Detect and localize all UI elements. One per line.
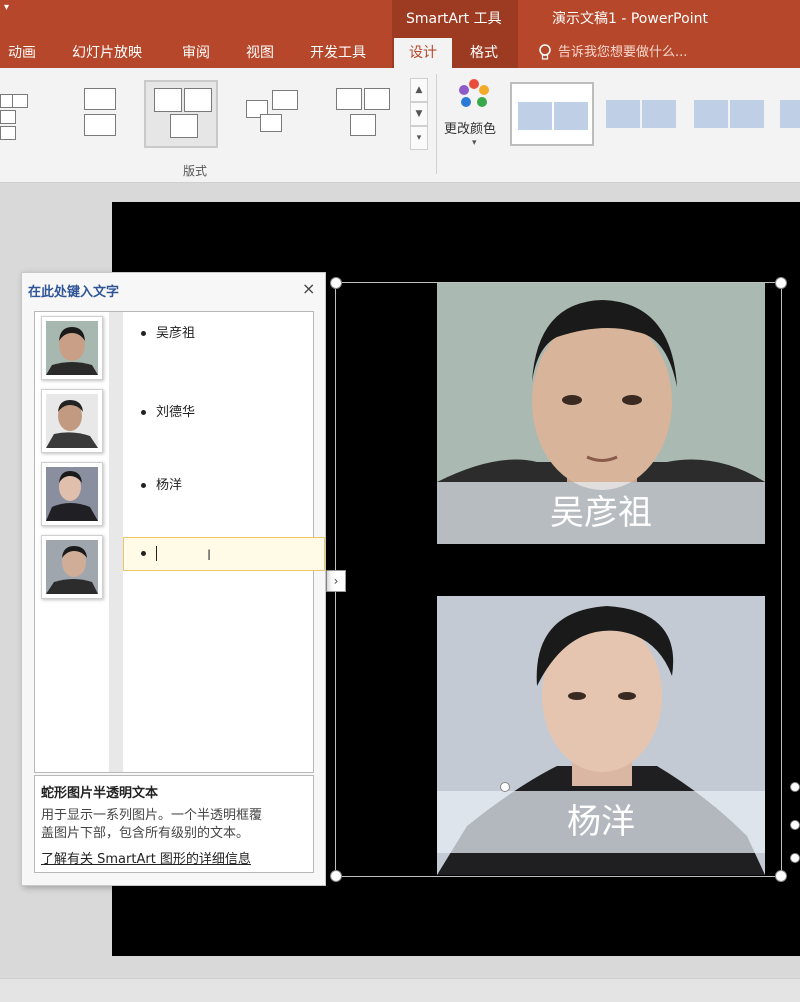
document-title: 演示文稿1 - PowerPoint xyxy=(552,11,708,27)
resize-handle-br[interactable] xyxy=(775,870,787,882)
smartart-style-1[interactable] xyxy=(510,82,594,146)
context-tab-title: SmartArt 工具 xyxy=(406,11,502,27)
tab-slideshow[interactable]: 幻灯片放映 xyxy=(72,38,142,68)
layout-option-4[interactable] xyxy=(240,80,310,144)
picture-placeholder-4[interactable] xyxy=(41,535,103,599)
layout-option-2[interactable] xyxy=(74,80,144,144)
layout-option-selected[interactable] xyxy=(144,80,218,148)
palette-dot xyxy=(477,97,487,107)
text-pane-toggle-button[interactable]: › xyxy=(326,570,346,592)
bullet-item-3[interactable]: 杨洋 xyxy=(141,474,182,493)
tab-design[interactable]: 设计 xyxy=(394,38,452,68)
layout-description-line-2: 盖图片下部，包含所有级别的文本。 xyxy=(41,826,250,841)
layout-description-line-1: 用于显示一系列图片。一个半透明框覆 xyxy=(41,808,263,823)
palette-dot xyxy=(469,79,479,89)
bullet-text: 杨洋 xyxy=(156,478,183,493)
tab-developer[interactable]: 开发工具 xyxy=(310,38,366,68)
change-colors-button[interactable]: 更改颜色 ▾ xyxy=(444,76,504,156)
gallery-scroll-up[interactable]: ▲ xyxy=(410,78,428,102)
picture-placeholder-3[interactable] xyxy=(41,462,103,526)
smartart-style-3[interactable] xyxy=(690,82,770,142)
change-colors-label: 更改颜色 xyxy=(444,122,497,137)
dropdown-caret-icon: ▾ xyxy=(472,138,477,148)
status-strip xyxy=(0,978,800,1002)
smartart-frame[interactable] xyxy=(335,282,782,877)
text-caret xyxy=(156,546,157,561)
text-pane-body: 吴彦祖 刘德华 杨洋 I xyxy=(34,311,325,773)
tab-view[interactable]: 视图 xyxy=(246,38,274,68)
palette-dot xyxy=(461,97,471,107)
title-bar: ▾ SmartArt 工具 演示文稿1 - PowerPoint xyxy=(0,0,800,38)
text-pane-title: 在此处键入文字 xyxy=(28,285,120,300)
gallery-scroll-down[interactable]: ▼ xyxy=(410,102,428,126)
bullet-item-4[interactable] xyxy=(141,546,157,561)
shape-handle[interactable] xyxy=(790,820,800,830)
ribbon-tabs: 动画 幻灯片放映 审阅 视图 开发工具 设计 格式 告诉我您想要做什么... xyxy=(0,38,800,68)
resize-handle-tr[interactable] xyxy=(775,277,787,289)
shape-handle[interactable] xyxy=(500,782,510,792)
tab-format[interactable]: 格式 xyxy=(470,38,498,68)
palette-dot xyxy=(479,85,489,95)
layout-option-1[interactable] xyxy=(0,80,40,144)
group-divider xyxy=(436,74,437,174)
bullet-text: 刘德华 xyxy=(156,405,196,420)
picture-placeholder-2[interactable] xyxy=(41,389,103,453)
resize-handle-bl[interactable] xyxy=(330,870,342,882)
resize-handle-tl[interactable] xyxy=(330,277,342,289)
learn-more-link[interactable]: 了解有关 SmartArt 图形的详细信息 xyxy=(41,848,251,867)
shape-handle[interactable] xyxy=(790,782,800,792)
bullet-text: 吴彦祖 xyxy=(156,326,196,341)
bullet-item-1[interactable]: 吴彦祖 xyxy=(141,322,195,341)
picture-placeholder-1[interactable] xyxy=(41,316,103,380)
palette-icon xyxy=(459,79,489,107)
tab-review[interactable]: 审阅 xyxy=(182,38,210,68)
ribbon-design: ▲ ▼ ▾ 版式 更改颜色 ▾ xyxy=(0,68,800,183)
lightbulb-icon xyxy=(538,44,552,62)
layouts-group-label: 版式 xyxy=(183,164,208,178)
smartart-style-4[interactable] xyxy=(776,82,800,142)
layout-name: 蛇形图片半透明文本 xyxy=(41,786,159,801)
pane-gutter xyxy=(109,312,123,772)
shape-handle[interactable] xyxy=(790,853,800,863)
quick-access-menu-icon[interactable]: ▾ xyxy=(4,2,9,13)
smartart-style-2[interactable] xyxy=(600,82,680,142)
ibeam-cursor-icon: I xyxy=(207,548,212,564)
close-icon[interactable]: × xyxy=(302,279,315,298)
layout-description-box: 蛇形图片半透明文本 用于显示一系列图片。一个半透明框覆 盖图片下部，包含所有级别… xyxy=(34,775,314,873)
bullet-item-2[interactable]: 刘德华 xyxy=(141,401,195,420)
tab-animations[interactable]: 动画 xyxy=(8,38,36,68)
layout-option-5[interactable] xyxy=(330,80,400,144)
tell-me-search[interactable]: 告诉我您想要做什么... xyxy=(558,38,687,68)
palette-dot xyxy=(459,85,469,95)
smartart-text-pane: 在此处键入文字 × 吴彦祖 刘德华 杨洋 I 蛇形图片半透明文本 用于显示一系列… xyxy=(21,272,326,886)
gallery-more[interactable]: ▾ xyxy=(410,126,428,150)
